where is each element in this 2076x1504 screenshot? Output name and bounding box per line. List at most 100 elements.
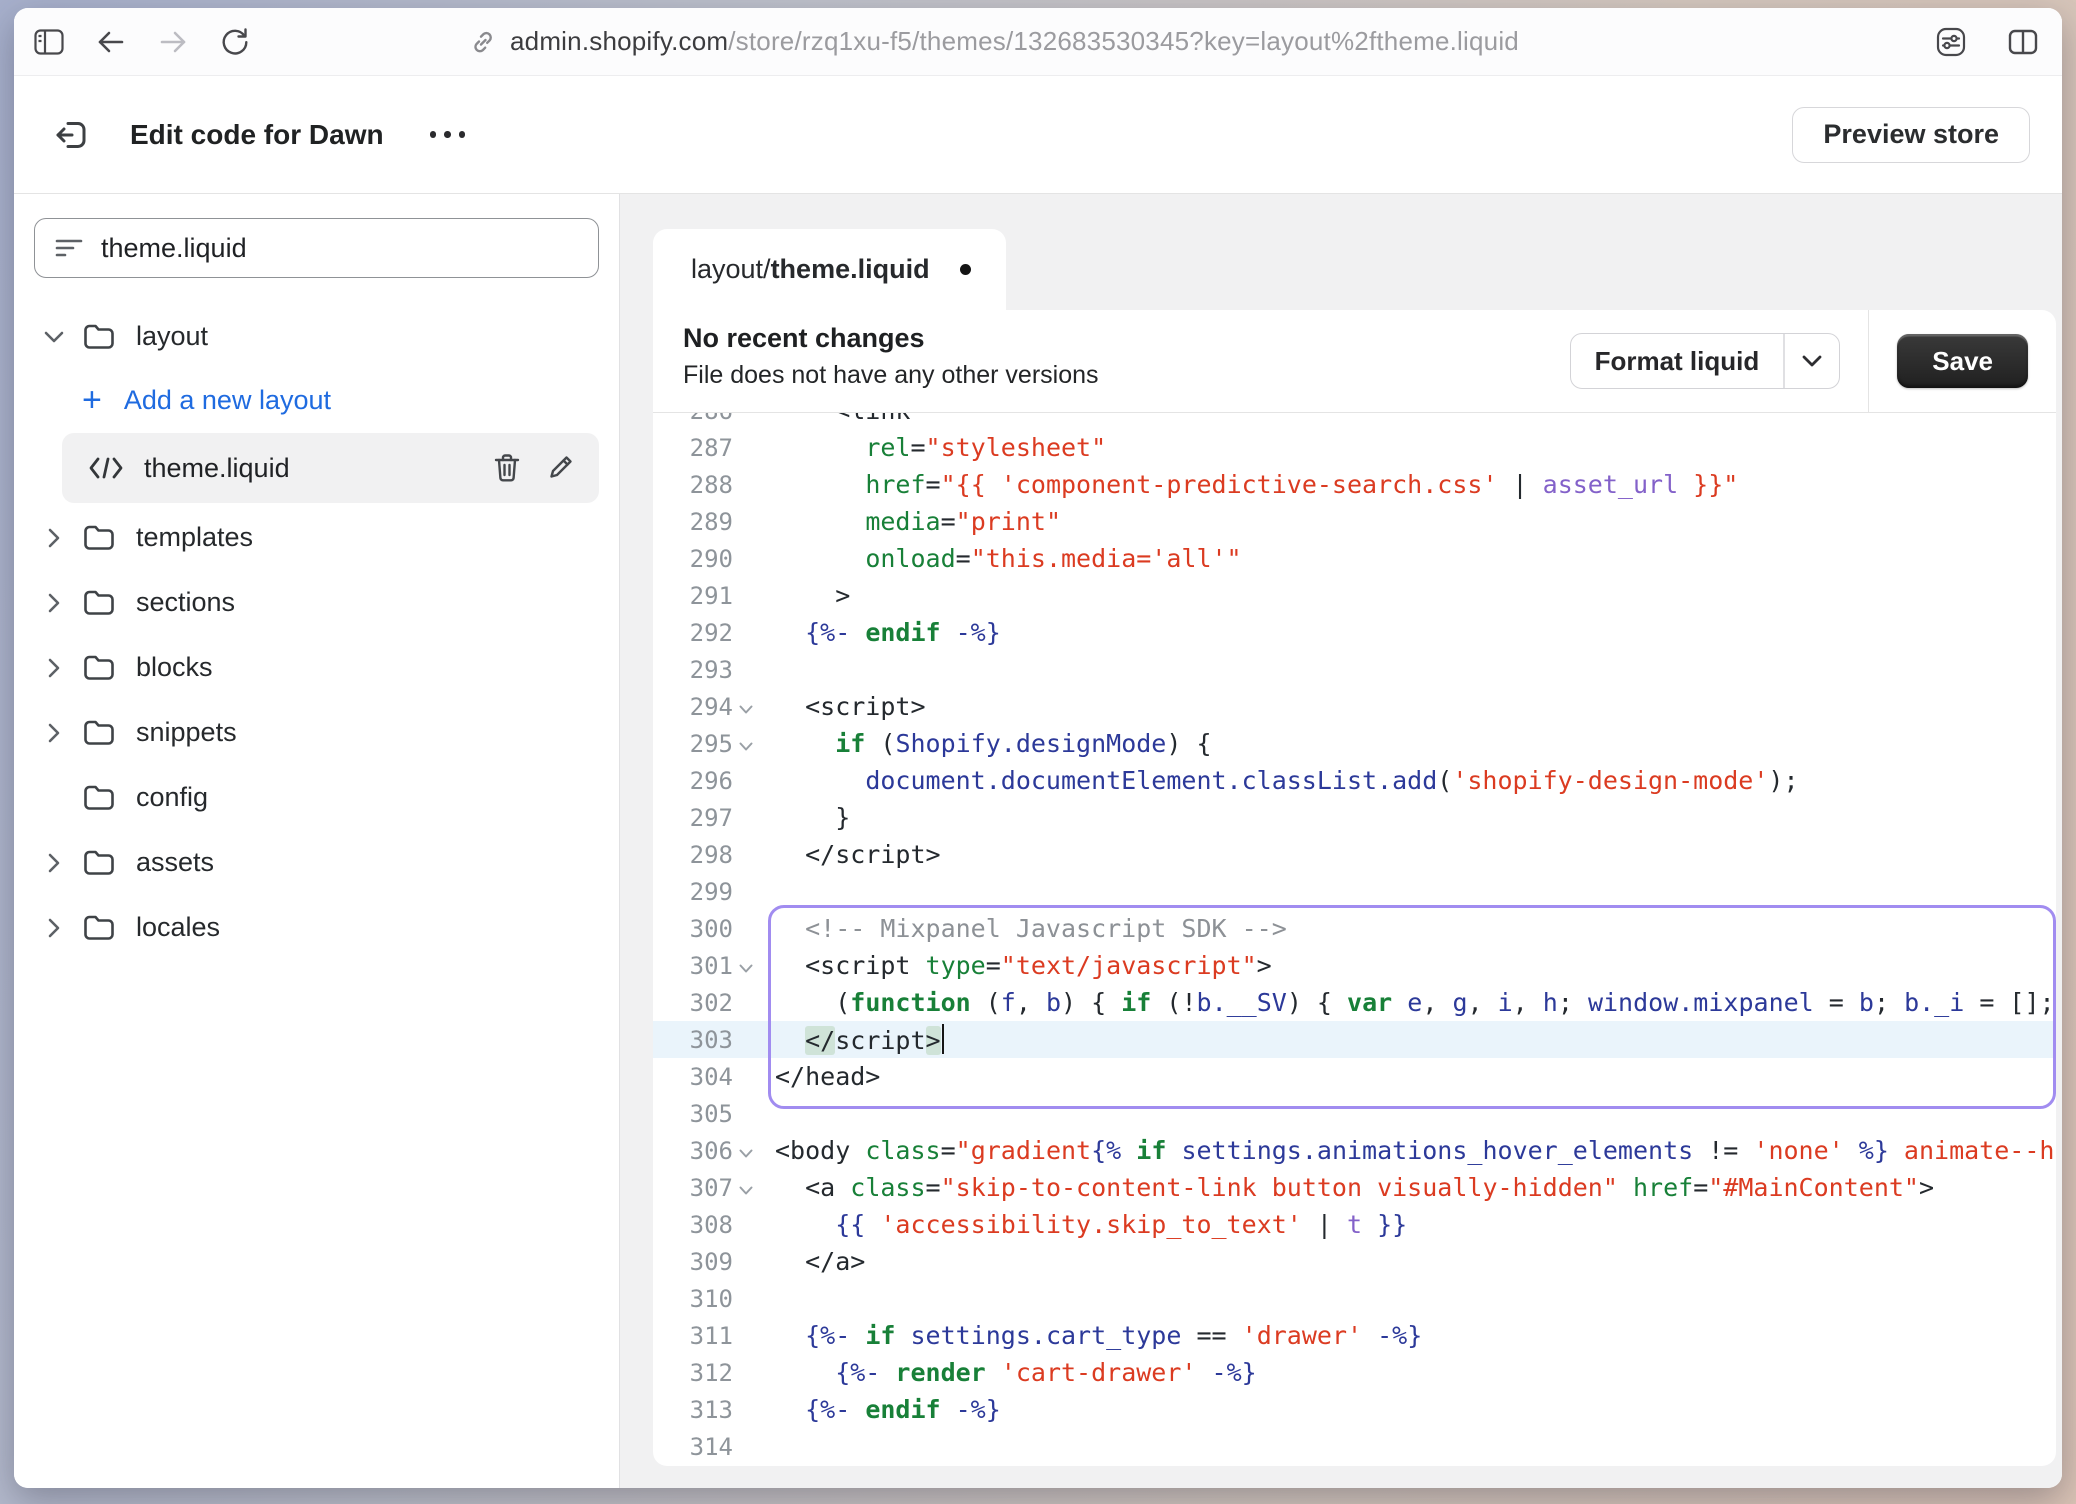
line-number[interactable]: 291	[653, 582, 733, 610]
line-number[interactable]: 294	[653, 693, 733, 721]
line-number[interactable]: 306	[653, 1137, 733, 1165]
code-editor[interactable]: 286 <link287 rel="stylesheet"288 href="{…	[653, 413, 2056, 1466]
preview-store-button[interactable]: Preview store	[1792, 107, 2030, 163]
exit-editor-icon[interactable]	[54, 115, 94, 155]
line-number[interactable]: 314	[653, 1433, 733, 1461]
text-cursor	[942, 1024, 945, 1054]
file-search-input[interactable]: theme.liquid	[34, 218, 599, 278]
code-line[interactable]: 295 if (Shopify.designMode) {	[653, 725, 2056, 762]
line-number[interactable]: 298	[653, 841, 733, 869]
line-number[interactable]: 297	[653, 804, 733, 832]
tab-theme-liquid[interactable]: layout/theme.liquid	[653, 229, 1006, 310]
line-number[interactable]: 301	[653, 952, 733, 980]
filter-icon	[55, 237, 83, 259]
line-number[interactable]: 304	[653, 1063, 733, 1091]
delete-file-icon[interactable]	[493, 453, 521, 483]
extensions-icon[interactable]	[1934, 25, 1968, 59]
sidebar-folder-locales[interactable]: locales	[14, 895, 619, 960]
code-line[interactable]: 304</head>	[653, 1058, 2056, 1095]
reload-icon[interactable]	[218, 25, 252, 59]
code-line[interactable]: 297 }	[653, 799, 2056, 836]
code-line[interactable]: 300 <!-- Mixpanel Javascript SDK -->	[653, 910, 2056, 947]
code-line[interactable]: 298 </script>	[653, 836, 2056, 873]
line-number[interactable]: 288	[653, 471, 733, 499]
line-number[interactable]: 307	[653, 1174, 733, 1202]
more-actions-icon[interactable]	[420, 121, 476, 148]
line-number[interactable]: 296	[653, 767, 733, 795]
line-number[interactable]: 313	[653, 1396, 733, 1424]
fold-chevron-icon[interactable]	[733, 699, 759, 714]
code-line[interactable]: 308 {{ 'accessibility.skip_to_text' | t …	[653, 1206, 2056, 1243]
code-line[interactable]: 310	[653, 1280, 2056, 1317]
line-number[interactable]: 310	[653, 1285, 733, 1313]
code-line[interactable]: 294 <script>	[653, 688, 2056, 725]
add-layout-link[interactable]: + Add a new layout	[14, 369, 619, 431]
line-number[interactable]: 311	[653, 1322, 733, 1350]
sidebar-toggle-icon[interactable]	[32, 25, 66, 59]
sidebar-folder-templates[interactable]: templates	[14, 505, 619, 570]
code-line[interactable]: 303 </script>	[653, 1021, 2056, 1058]
sidebar-folder-sections[interactable]: sections	[14, 570, 619, 635]
line-number[interactable]: 305	[653, 1100, 733, 1128]
code-line[interactable]: 289 media="print"	[653, 503, 2056, 540]
line-number[interactable]: 299	[653, 878, 733, 906]
code-line[interactable]: 312 {%- render 'cart-drawer' -%}	[653, 1354, 2056, 1391]
sidebar-file-theme-liquid[interactable]: theme.liquid	[62, 433, 599, 503]
line-number[interactable]: 295	[653, 730, 733, 758]
line-number[interactable]: 289	[653, 508, 733, 536]
chevron-down-icon[interactable]	[1785, 334, 1839, 388]
line-number[interactable]: 309	[653, 1248, 733, 1276]
editor-panel-header: No recent changes File does not have any…	[653, 310, 2056, 413]
save-button[interactable]: Save	[1897, 334, 2028, 388]
format-liquid-button[interactable]: Format liquid	[1570, 333, 1840, 389]
line-number[interactable]: 287	[653, 434, 733, 462]
back-icon[interactable]	[94, 25, 128, 59]
code-line[interactable]: 306<body class="gradient{% if settings.a…	[653, 1132, 2056, 1169]
code-line[interactable]: 311 {%- if settings.cart_type == 'drawer…	[653, 1317, 2056, 1354]
line-number[interactable]: 312	[653, 1359, 733, 1387]
line-number[interactable]: 293	[653, 656, 733, 684]
line-number[interactable]: 303	[653, 1026, 733, 1054]
line-number[interactable]: 302	[653, 989, 733, 1017]
code-line[interactable]: 315 <div class="announcement"	[653, 1465, 2056, 1466]
address-bar[interactable]: admin.shopify.com/store/rzq1xu-f5/themes…	[470, 8, 1519, 75]
code-line[interactable]: 301 <script type="text/javascript">	[653, 947, 2056, 984]
code-line[interactable]: 292 {%- endif -%}	[653, 614, 2056, 651]
sidebar-folder-layout[interactable]: layout	[14, 304, 619, 369]
code-line[interactable]: 293	[653, 651, 2056, 688]
code-line[interactable]: 286 <link	[653, 413, 2056, 429]
line-number[interactable]: 286	[653, 413, 733, 425]
fold-chevron-icon[interactable]	[733, 736, 759, 751]
code-line[interactable]: 313 {%- endif -%}	[653, 1391, 2056, 1428]
code-line[interactable]: 288 href="{{ 'component-predictive-searc…	[653, 466, 2056, 503]
sidebar-folder-assets[interactable]: assets	[14, 830, 619, 895]
sidebar-folder-snippets[interactable]: snippets	[14, 700, 619, 765]
forward-icon[interactable]	[156, 25, 190, 59]
line-number[interactable]: 308	[653, 1211, 733, 1239]
code-line[interactable]: 296 document.documentElement.classList.a…	[653, 762, 2056, 799]
fold-chevron-icon[interactable]	[733, 1143, 759, 1158]
fold-chevron-icon[interactable]	[733, 958, 759, 973]
desktop-background: admin.shopify.com/store/rzq1xu-f5/themes…	[0, 0, 2076, 1504]
code-line[interactable]: 290 onload="this.media='all'"	[653, 540, 2056, 577]
code-line[interactable]: 287 rel="stylesheet"	[653, 429, 2056, 466]
split-view-icon[interactable]	[2006, 25, 2040, 59]
line-number[interactable]: 300	[653, 915, 733, 943]
line-number[interactable]: 292	[653, 619, 733, 647]
folder-icon	[82, 655, 116, 681]
folder-icon	[82, 590, 116, 616]
page-title: Edit code for Dawn	[130, 119, 384, 151]
line-number[interactable]: 290	[653, 545, 733, 573]
folder-icon	[82, 324, 116, 350]
code-line[interactable]: 307 <a class="skip-to-content-link butto…	[653, 1169, 2056, 1206]
code-line[interactable]: 309 </a>	[653, 1243, 2056, 1280]
code-line[interactable]: 305	[653, 1095, 2056, 1132]
fold-chevron-icon[interactable]	[733, 1180, 759, 1195]
code-line[interactable]: 314	[653, 1428, 2056, 1465]
sidebar-folder-config[interactable]: config	[14, 765, 619, 830]
code-line[interactable]: 299	[653, 873, 2056, 910]
code-line[interactable]: 291 >	[653, 577, 2056, 614]
code-line[interactable]: 302 (function (f, b) { if (!b.__SV) { va…	[653, 984, 2056, 1021]
sidebar-folder-blocks[interactable]: blocks	[14, 635, 619, 700]
edit-file-icon[interactable]	[547, 453, 575, 483]
